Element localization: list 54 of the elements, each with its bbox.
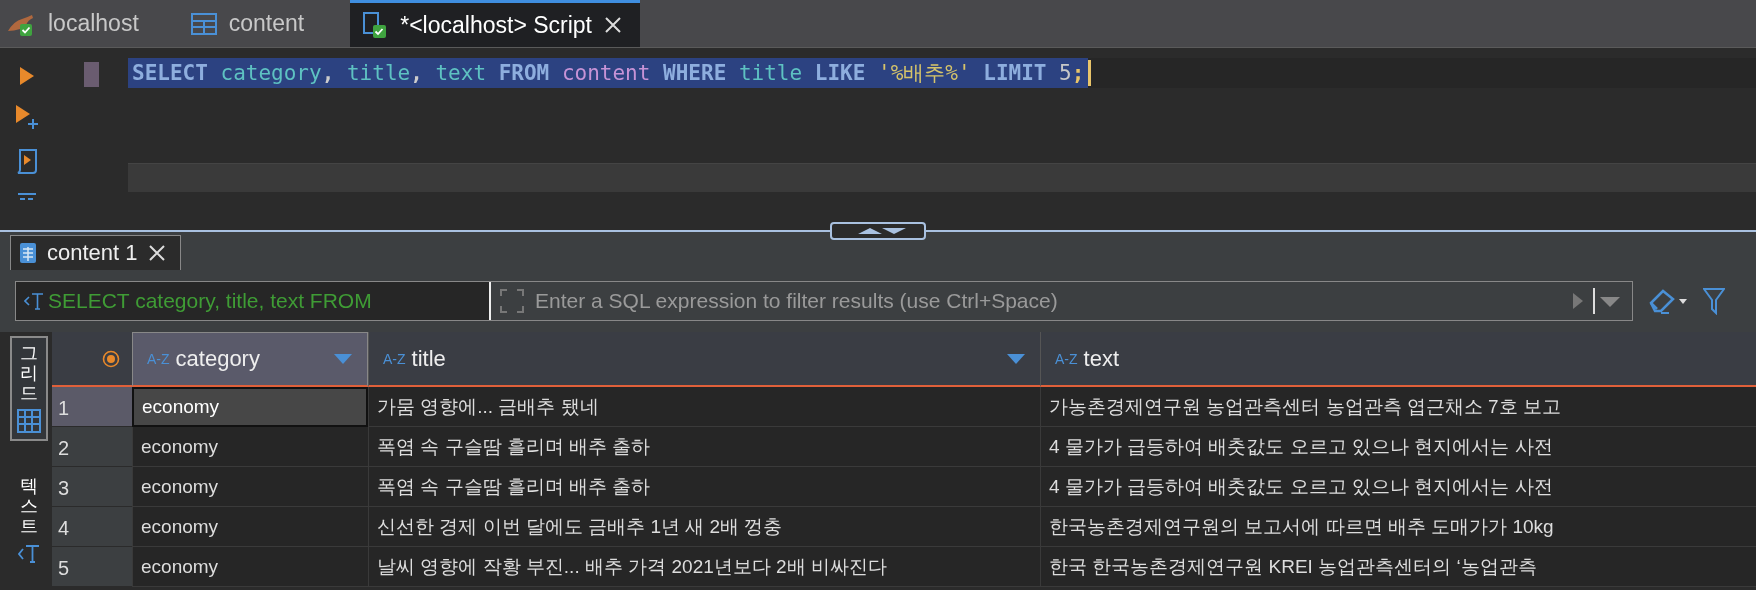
table-cell: economy: [132, 387, 368, 427]
result-tab[interactable]: content 1: [10, 235, 181, 270]
table-cell: 한국농촌경제연구원의 보고서에 따르면 배추 도매가가 10kg: [1040, 507, 1756, 547]
run-icon[interactable]: [1572, 292, 1584, 310]
table-file-icon: [19, 242, 37, 264]
close-icon[interactable]: [604, 16, 622, 34]
eraser-icon[interactable]: [1647, 287, 1689, 315]
table-cell: 가농촌경제연구원 농업관측센터 농업관측 엽근채소 7호 보고: [1040, 387, 1756, 427]
table-cell: 4 물가가 급등하여 배춧값도 오르고 있으나 현지에서는 사전: [1040, 427, 1756, 467]
close-icon[interactable]: [147, 244, 166, 262]
table-cell: economy: [132, 467, 368, 507]
row-number[interactable]: 1: [52, 387, 132, 427]
column-header[interactable]: A-Z title: [368, 332, 1040, 387]
filter-field[interactable]: SELECT category, title, text FROM Enter a SQL expression to filter results (use Ctrl+Space): [15, 281, 1633, 321]
type-label: A-Z: [147, 351, 170, 367]
row-number[interactable]: 5: [52, 547, 132, 587]
script-file-icon: [360, 11, 389, 39]
table-cell: 폭염 속 구슬땀 흘리며 배추 출하: [368, 427, 1040, 467]
dropdown-arrow-icon[interactable]: [1006, 352, 1026, 365]
table-cell: economy: [132, 507, 368, 547]
editor-tab[interactable]: content: [184, 0, 323, 47]
table-cell: economy: [132, 547, 368, 587]
text-cursor: [1088, 60, 1092, 86]
grid-icon: [17, 409, 41, 434]
row-number[interactable]: 3: [52, 467, 132, 507]
play-icon[interactable]: [19, 66, 35, 86]
record-icon[interactable]: [102, 349, 120, 368]
view-tab[interactable]: 텍스트: [10, 471, 48, 571]
script-play-icon[interactable]: [16, 148, 38, 174]
splitter-handle-icon[interactable]: [830, 222, 926, 240]
column-header[interactable]: A-Z category: [132, 332, 368, 387]
table-cell: 날씨 영향에 작황 부진... 배추 가격 2021년보다 2배 비싸진다: [368, 547, 1040, 587]
table-cell: economy: [132, 427, 368, 467]
table-cell: 한국 한국농촌경제연구원 KREI 농업관측센터의 ‘농업관측: [1040, 547, 1756, 587]
row-number[interactable]: 2: [52, 427, 132, 467]
table-cell: 4 물가가 급등하여 배춧값도 오르고 있으나 현지에서는 사전: [1040, 467, 1756, 507]
type-label: A-Z: [383, 350, 406, 367]
expand-icon[interactable]: [499, 288, 525, 314]
play-plus-icon[interactable]: [15, 104, 39, 130]
editor-tab[interactable]: localhost: [0, 0, 157, 47]
filter-query[interactable]: SELECT category, title, text FROM: [16, 282, 491, 320]
table-icon: [190, 12, 217, 35]
table-cell: 폭염 속 구슬땀 흘리며 배추 출하: [368, 467, 1040, 507]
text-view-icon: [18, 542, 40, 565]
view-tab[interactable]: 그리드: [10, 336, 48, 442]
filter-icon[interactable]: [1703, 287, 1725, 315]
text-format-icon: [24, 291, 44, 311]
type-label: A-Z: [1055, 350, 1078, 367]
table-cell: 신선한 경제 이번 달에도 금배추 1년 새 2배 껑충: [368, 507, 1040, 547]
history-dropdown-icon[interactable]: [1592, 287, 1622, 315]
editor-tab[interactable]: *<localhost> Script: [350, 0, 640, 47]
row-number[interactable]: 4: [52, 507, 132, 547]
table-cell: 가뭄 영향에... 금배추 됐네: [368, 387, 1040, 427]
column-header[interactable]: A-Z text: [1040, 332, 1756, 387]
